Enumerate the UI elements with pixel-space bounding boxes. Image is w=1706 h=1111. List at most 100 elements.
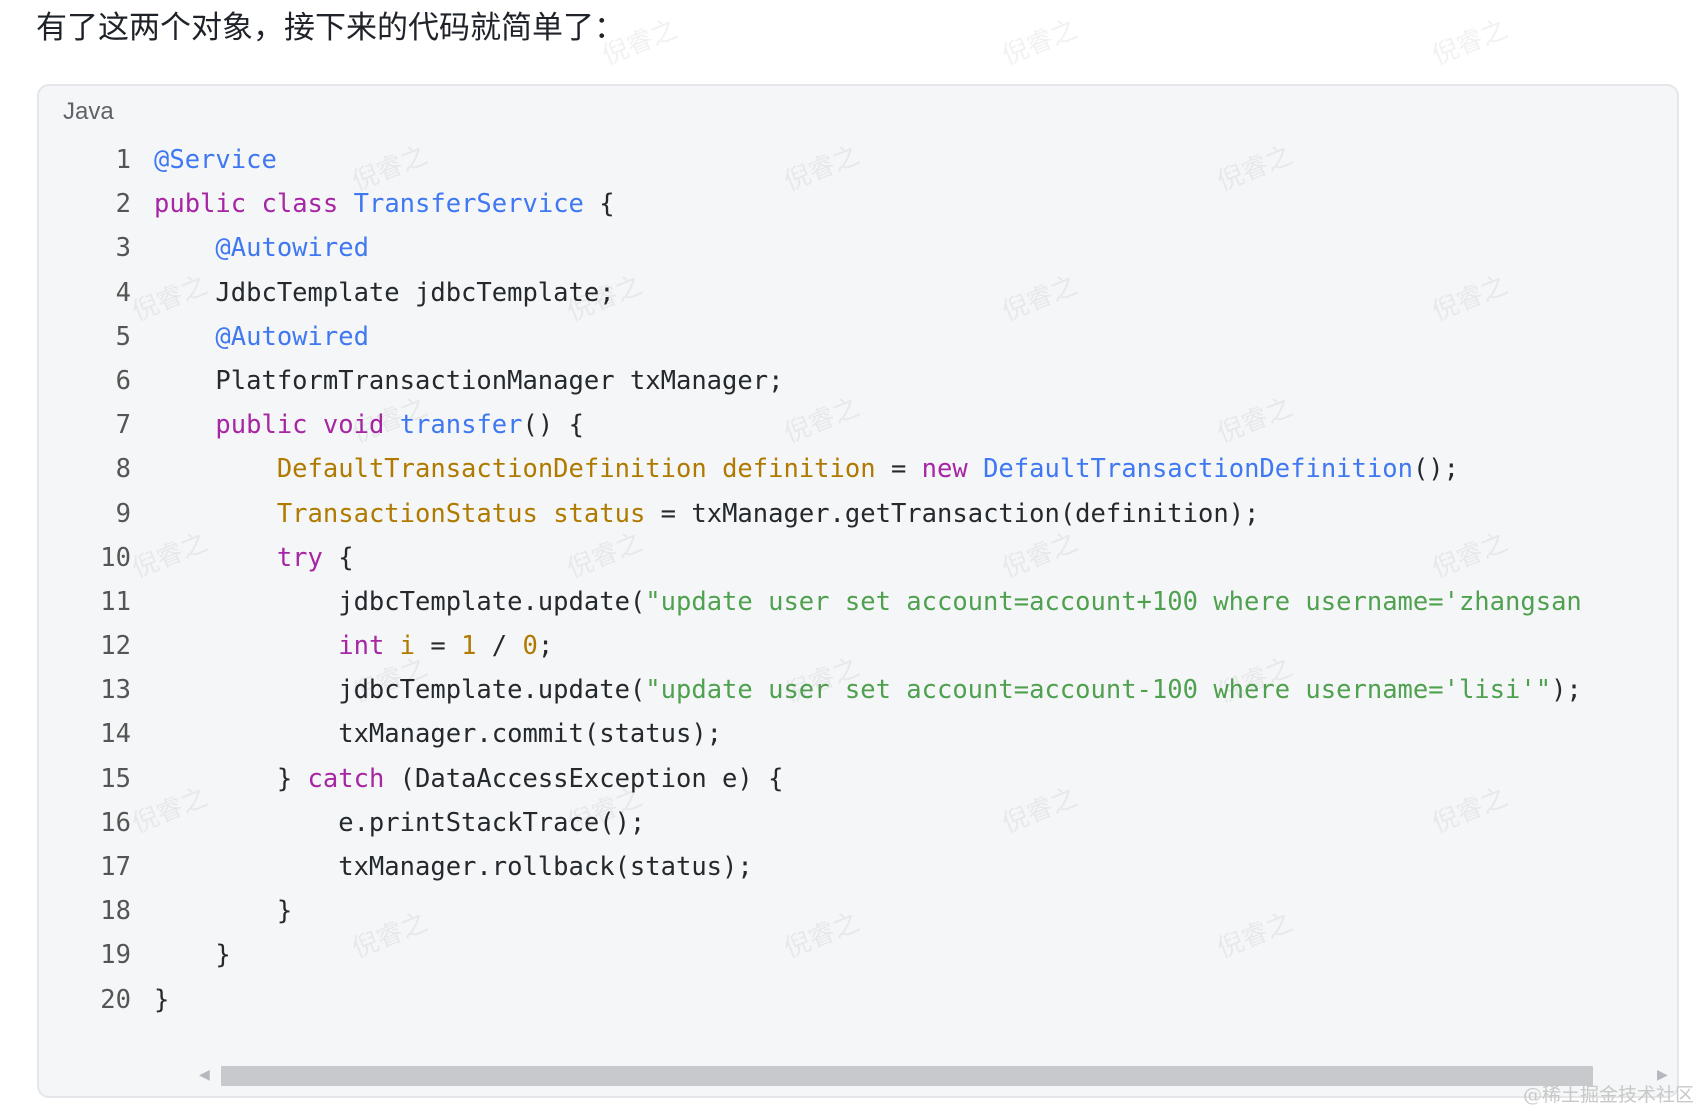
code-line: 9 TransactionStatus status = txManager.g…: [39, 492, 1677, 536]
code-text: try {: [154, 536, 354, 580]
code-text: int i = 1 / 0;: [154, 624, 553, 668]
line-number: 3: [115, 233, 131, 264]
code-token: DefaultTransactionDefinition: [276, 454, 707, 485]
code-token: try: [276, 542, 323, 573]
code-token: DefaultTransactionDefinition: [983, 454, 1413, 485]
line-number: 5: [115, 321, 131, 352]
code-line: 15 } catch (DataAccessException e) {: [39, 757, 1677, 801]
code-line: 1 @Service: [39, 138, 1677, 182]
scroll-left-arrow-icon[interactable]: ◀: [199, 1067, 210, 1083]
code-line: 4 JdbcTemplate jdbcTemplate;: [39, 271, 1677, 315]
code-text: txManager.commit(status);: [154, 712, 722, 756]
code-line: 6 PlatformTransactionManager txManager;: [39, 359, 1677, 403]
line-number: 20: [100, 984, 131, 1015]
code-token: (DataAccessException e) {: [384, 763, 784, 794]
code-token: );: [1551, 675, 1582, 706]
code-token: 1: [461, 631, 477, 662]
line-number: 9: [115, 498, 131, 529]
code-token: =: [875, 454, 922, 485]
code-line: 10 try {: [39, 536, 1677, 580]
code-text: txManager.rollback(status);: [154, 845, 753, 889]
code-lines: 1 @Service 2 public class TransferService {…: [39, 138, 1677, 1022]
code-line: 16 e.printStackTrace();: [39, 801, 1677, 845]
code-token: public: [154, 189, 247, 220]
line-number: 7: [115, 410, 131, 441]
line-number: 6: [115, 365, 131, 396]
line-number: 2: [115, 189, 131, 220]
code-text: } catch (DataAccessException e) {: [154, 757, 784, 801]
code-token: txManager.rollback(status);: [154, 852, 753, 882]
code-token: 0: [522, 631, 538, 662]
code-text: @Service: [154, 138, 277, 182]
code-token: PlatformTransactionManager txManager;: [154, 365, 784, 396]
code-token: ();: [1412, 454, 1460, 485]
code-line: 19 }: [39, 933, 1677, 977]
code-text: e.printStackTrace();: [154, 801, 645, 845]
code-token: status: [553, 498, 646, 529]
line-number: 11: [100, 586, 131, 617]
watermark-text: 倪睿之: [1428, 14, 1512, 72]
code-line: 2 public class TransferService {: [39, 182, 1677, 226]
code-token: transfer: [399, 410, 523, 441]
code-line: 3 @Autowired: [39, 226, 1677, 270]
horizontal-scrollbar[interactable]: ◀ ▶: [159, 1064, 1668, 1088]
code-token: = txManager.getTransaction(definition);: [645, 498, 1260, 529]
code-token: TransferService: [353, 189, 584, 220]
line-number: 15: [100, 763, 131, 794]
code-token: @Autowired: [215, 233, 369, 264]
code-text: PlatformTransactionManager txManager;: [154, 359, 783, 403]
line-number: 13: [100, 675, 131, 706]
code-token: /: [476, 631, 523, 662]
line-number: 17: [100, 852, 131, 882]
line-number: 18: [100, 896, 131, 927]
code-token: @Autowired: [215, 321, 369, 352]
code-token: JdbcTemplate jdbcTemplate;: [154, 277, 615, 308]
code-token: txManager.commit(status);: [154, 719, 723, 750]
code-token: new: [921, 454, 968, 485]
line-number: 19: [100, 940, 131, 971]
code-text: DefaultTransactionDefinition definition …: [154, 447, 1459, 491]
line-number: 8: [115, 454, 131, 485]
code-token: =: [415, 631, 462, 662]
code-token: "update user set account=account+100 whe…: [645, 586, 1582, 617]
code-text: public void transfer() {: [154, 403, 584, 447]
code-token: }: [154, 763, 308, 794]
code-line: 8 DefaultTransactionDefinition definitio…: [39, 447, 1677, 491]
code-line: 5 @Autowired: [39, 315, 1677, 359]
code-text: JdbcTemplate jdbcTemplate;: [154, 271, 615, 315]
code-token: jdbcTemplate.update(: [154, 586, 646, 617]
code-text: jdbcTemplate.update("update user set acc…: [154, 580, 1582, 624]
code-token: i: [399, 631, 416, 662]
code-token: jdbcTemplate.update(: [154, 675, 646, 706]
code-token: }: [154, 896, 293, 927]
code-line: 14 txManager.commit(status);: [39, 712, 1677, 756]
code-token: "update user set account=account-100 whe…: [645, 675, 1552, 706]
line-number: 16: [100, 807, 131, 838]
line-number: 12: [100, 631, 131, 662]
code-text: @Autowired: [154, 315, 369, 359]
code-token: int: [338, 631, 385, 662]
code-language-label: Java: [63, 98, 114, 125]
code-text: @Autowired: [154, 226, 369, 270]
scrollbar-thumb[interactable]: [221, 1066, 1593, 1086]
watermark-text: 倪睿之: [998, 14, 1082, 72]
code-token: {: [322, 542, 354, 573]
code-token: public: [215, 410, 308, 441]
line-number: 4: [115, 277, 131, 308]
code-token: ;: [537, 631, 554, 662]
line-number: 14: [100, 719, 131, 750]
code-token: definition: [722, 454, 876, 485]
code-line: 12 int i = 1 / 0;: [39, 624, 1677, 668]
